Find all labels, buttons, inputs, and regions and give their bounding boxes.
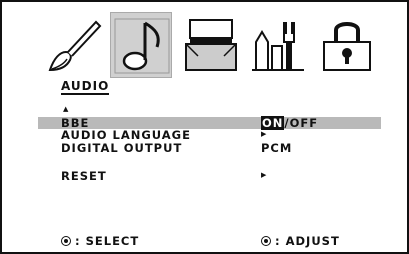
reset-label: RESET: [61, 169, 107, 183]
joystick-icon: [261, 235, 271, 246]
submenu-arrow-icon[interactable]: ▶: [261, 128, 267, 140]
digital-output-value[interactable]: PCM: [261, 142, 292, 154]
scroll-up-icon[interactable]: ▲: [63, 106, 68, 113]
joystick-icon: [61, 235, 71, 246]
tab-brush[interactable]: [44, 12, 106, 78]
music-note-icon: [114, 18, 170, 74]
section-title: AUDIO: [61, 79, 110, 95]
menu-item-digital-output[interactable]: DIGITAL OUTPUT PCM: [0, 142, 409, 154]
footer-adjust-hint: : ADJUST: [261, 234, 340, 248]
menu-item-audio-language[interactable]: AUDIO LANGUAGE ▶: [0, 129, 409, 141]
brush-icon: [48, 20, 102, 72]
digital-output-label: DIGITAL OUTPUT: [61, 141, 183, 155]
bbe-value[interactable]: ON/OFF: [261, 116, 319, 130]
tab-lock[interactable]: [316, 12, 378, 78]
footer-select-hint: : SELECT: [61, 234, 139, 248]
lock-icon: [323, 22, 371, 71]
box-icon: [185, 19, 237, 71]
tab-picture[interactable]: [180, 12, 242, 78]
audio-language-label: AUDIO LANGUAGE: [61, 128, 191, 142]
adjust-hint-text: : ADJUST: [275, 234, 340, 248]
select-hint-text: : SELECT: [75, 234, 140, 248]
menu-item-reset[interactable]: RESET ▶: [0, 170, 409, 182]
submenu-arrow-icon[interactable]: ▶: [261, 169, 267, 181]
tab-setup[interactable]: [248, 12, 310, 78]
bbe-off-option[interactable]: OFF: [290, 116, 319, 130]
tools-icon: [252, 22, 304, 71]
menu-tabs: [44, 12, 384, 78]
tab-audio[interactable]: [110, 12, 172, 78]
